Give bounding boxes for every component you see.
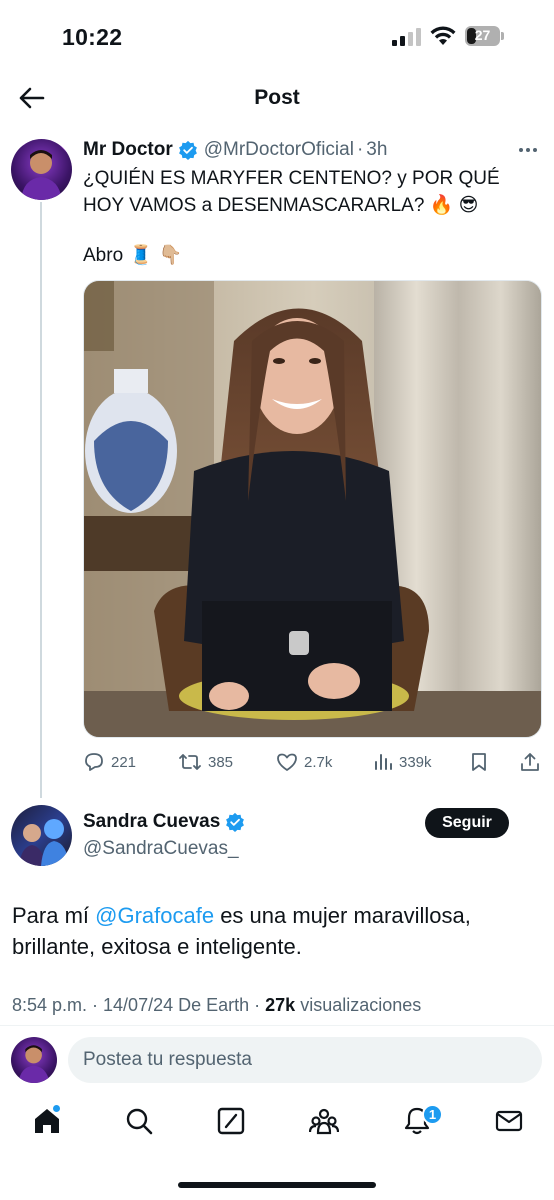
post-date-source: 8:54 p.m. · 14/07/24 De Earth · (12, 995, 266, 1015)
reply-text: Para mí @Grafocafe es una mujer maravill… (12, 900, 532, 962)
mention-link[interactable]: @Grafocafe (95, 903, 214, 928)
status-time: 10:22 (62, 24, 123, 50)
views-label: visualizaciones (295, 995, 422, 1015)
heart-icon (277, 753, 297, 771)
messages-icon[interactable] (494, 1106, 524, 1136)
tweet-timestamp: 3h (366, 139, 388, 160)
bookmark-icon (472, 753, 486, 771)
thread-connector (40, 202, 42, 798)
avatar[interactable] (11, 139, 72, 200)
home-indicator (178, 1182, 376, 1188)
author-handle[interactable]: @MrDoctorOficial (204, 139, 354, 161)
verified-badge-icon (226, 812, 245, 832)
bottom-tab-bar (0, 1092, 554, 1156)
bookmark-button[interactable] (469, 748, 495, 776)
reply-text-before: Para mí (12, 903, 96, 928)
verified-badge-icon (178, 140, 197, 160)
reply-icon (85, 753, 103, 771)
wifi-icon (430, 26, 456, 45)
post-metadata: 8:54 p.m. · 14/07/24 De Earth · 27k visu… (12, 995, 421, 1016)
page-title: Post (254, 86, 300, 109)
thread-emoji: 🧵 (129, 245, 153, 266)
reply-input[interactable]: Postea tu respuesta (68, 1037, 542, 1083)
views-button[interactable]: 339k (373, 748, 432, 776)
notifications-badge: 1 (422, 1104, 443, 1125)
author-name[interactable]: Mr Doctor (83, 139, 173, 161)
views-chart-icon (375, 754, 392, 770)
cellular-signal-icon (392, 28, 421, 46)
status-bar: 10:22 27 (0, 0, 554, 76)
battery-level-text: 27 (474, 27, 491, 43)
communities-icon[interactable] (309, 1106, 339, 1136)
reply-button[interactable]: 221 (83, 748, 136, 776)
follow-button[interactable]: Seguir (425, 808, 509, 838)
views-total: 27k (265, 995, 296, 1015)
point-down-emoji: 👇🏼 (158, 245, 183, 266)
like-count: 2.7k (304, 753, 333, 771)
share-button[interactable] (519, 748, 547, 776)
tweet-actions: 221 385 2.7k 339k (83, 748, 545, 776)
repost-count: 385 (208, 753, 234, 771)
search-icon[interactable] (124, 1106, 154, 1136)
tweet-text-line2: Abro 🧵 👇🏼 (83, 242, 182, 269)
tweet-image[interactable] (83, 280, 542, 738)
reply-author-row: Sandra Cuevas (83, 811, 245, 833)
share-icon (521, 753, 539, 771)
views-count: 339k (399, 753, 432, 771)
grok-icon[interactable] (216, 1106, 246, 1136)
my-avatar[interactable] (11, 1037, 57, 1083)
home-unread-dot (53, 1105, 60, 1112)
separator-dot: · (356, 139, 364, 160)
photo-illustration (84, 281, 541, 737)
battery-icon: 27 (465, 26, 505, 46)
tweet-text: ¿QUIÉN ES MARYFER CENTENO? y POR QUÉ HOY… (83, 168, 500, 216)
avatar[interactable] (11, 805, 72, 866)
reply-count: 221 (111, 753, 137, 771)
repost-icon (179, 754, 201, 770)
reply-author-handle[interactable]: @SandraCuevas_ (83, 838, 239, 860)
like-button[interactable]: 2.7k (276, 748, 332, 776)
tweet-author-row: Mr Doctor @MrDoctorOficial · 3h (83, 138, 387, 162)
more-options-icon[interactable] (515, 140, 541, 160)
divider (0, 1025, 554, 1026)
top-header: Post (0, 76, 554, 122)
repost-button[interactable]: 385 (178, 748, 233, 776)
reply-author-name[interactable]: Sandra Cuevas (83, 811, 220, 833)
tweet-text-abro: Abro (83, 245, 124, 266)
